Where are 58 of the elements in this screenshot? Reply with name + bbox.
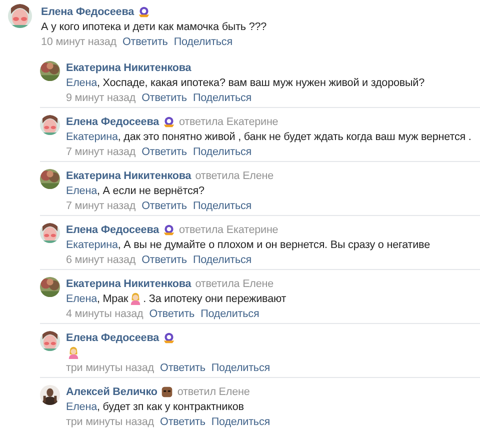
timestamp: 9 минут назад [66,92,136,104]
comment-text: , Мрак [96,292,128,304]
addressee-link[interactable]: Елена [66,400,97,412]
share-link[interactable]: Поделиться [174,36,232,48]
addressee-link[interactable]: Екатерина [66,238,118,250]
timestamp: 7 минут назад [66,200,136,212]
reply-link[interactable]: Ответить [142,92,187,104]
woman-icon [67,346,80,359]
addressee-link[interactable]: Елена [66,184,97,196]
author-name[interactable]: Екатерина Никитенкова [66,170,192,182]
reply-target: ответила Екатерине [179,224,278,236]
woman-icon [129,292,142,305]
reply-link[interactable]: Ответить [142,200,187,212]
mask-icon [161,386,174,398]
author-name[interactable]: Екатерина Никитенкова [66,62,192,74]
share-link[interactable]: Поделиться [192,254,252,266]
comment-text: А у кого ипотека и дети как мамочка быть ??? [41,20,267,32]
share-link[interactable]: Поделиться [192,200,252,212]
emblem-icon [163,332,175,344]
addressee-link[interactable]: Екатерина [66,130,118,142]
addressee-link[interactable]: Елена [66,76,97,88]
reply-target: ответил Елене [177,386,250,398]
emblem-icon [163,224,175,236]
timestamp: 7 минут назад [66,146,136,158]
reply-link[interactable]: Ответить [149,308,195,320]
share-link[interactable]: Поделиться [192,146,252,158]
timestamp: три минуты назад [66,416,154,428]
reply-link[interactable]: Ответить [142,146,187,158]
share-link[interactable]: Поделиться [200,308,260,320]
author-name[interactable]: Елена Федосеева [66,116,159,128]
timestamp: 4 минуты назад [66,308,144,320]
reply-target: ответила Екатерине [179,116,278,128]
reply-link[interactable]: Ответить [160,416,206,428]
reply-link[interactable]: Ответить [142,254,187,266]
comment-text: , дак это понятно живой , банк не будет ждать когда ваш муж вернется . [118,130,472,142]
comment-text: , А вы не думайте о плохом и он вернется. Вы сразу о негативе [118,238,430,250]
author-name[interactable]: Алексей Величко [66,386,158,398]
author-name[interactable]: Екатерина Никитенкова [66,278,192,290]
author-name[interactable]: Елена Федосеева [41,6,134,18]
emblem-icon [138,6,150,18]
timestamp: три минуты назад [66,362,154,374]
comment-text: , будет зп как у контрактников [96,400,244,412]
timestamp: 6 минут назад [66,254,136,266]
emblem-icon [163,116,175,128]
share-link[interactable]: Поделиться [192,92,252,104]
author-name[interactable]: Елена Федосеева [66,224,159,236]
addressee-link[interactable]: Елена [66,292,97,304]
timestamp: 10 минут назад [41,36,116,48]
comment-text: , А если не вернётся? [96,184,204,196]
author-name[interactable]: Елена Федосеева [66,332,159,344]
reply-target: ответила Елене [195,278,274,290]
comment-text: . За ипотеку они переживают [143,292,286,304]
reply-link[interactable]: Ответить [122,36,168,48]
share-link[interactable]: Поделиться [211,416,270,428]
reply-link[interactable]: Ответить [160,362,206,374]
share-link[interactable]: Поделиться [211,362,270,374]
comment-text: , Хоспаде, какая ипотека? вам ваш муж нужен живой и здоровый? [96,76,425,88]
reply-target: ответила Елене [195,170,274,182]
